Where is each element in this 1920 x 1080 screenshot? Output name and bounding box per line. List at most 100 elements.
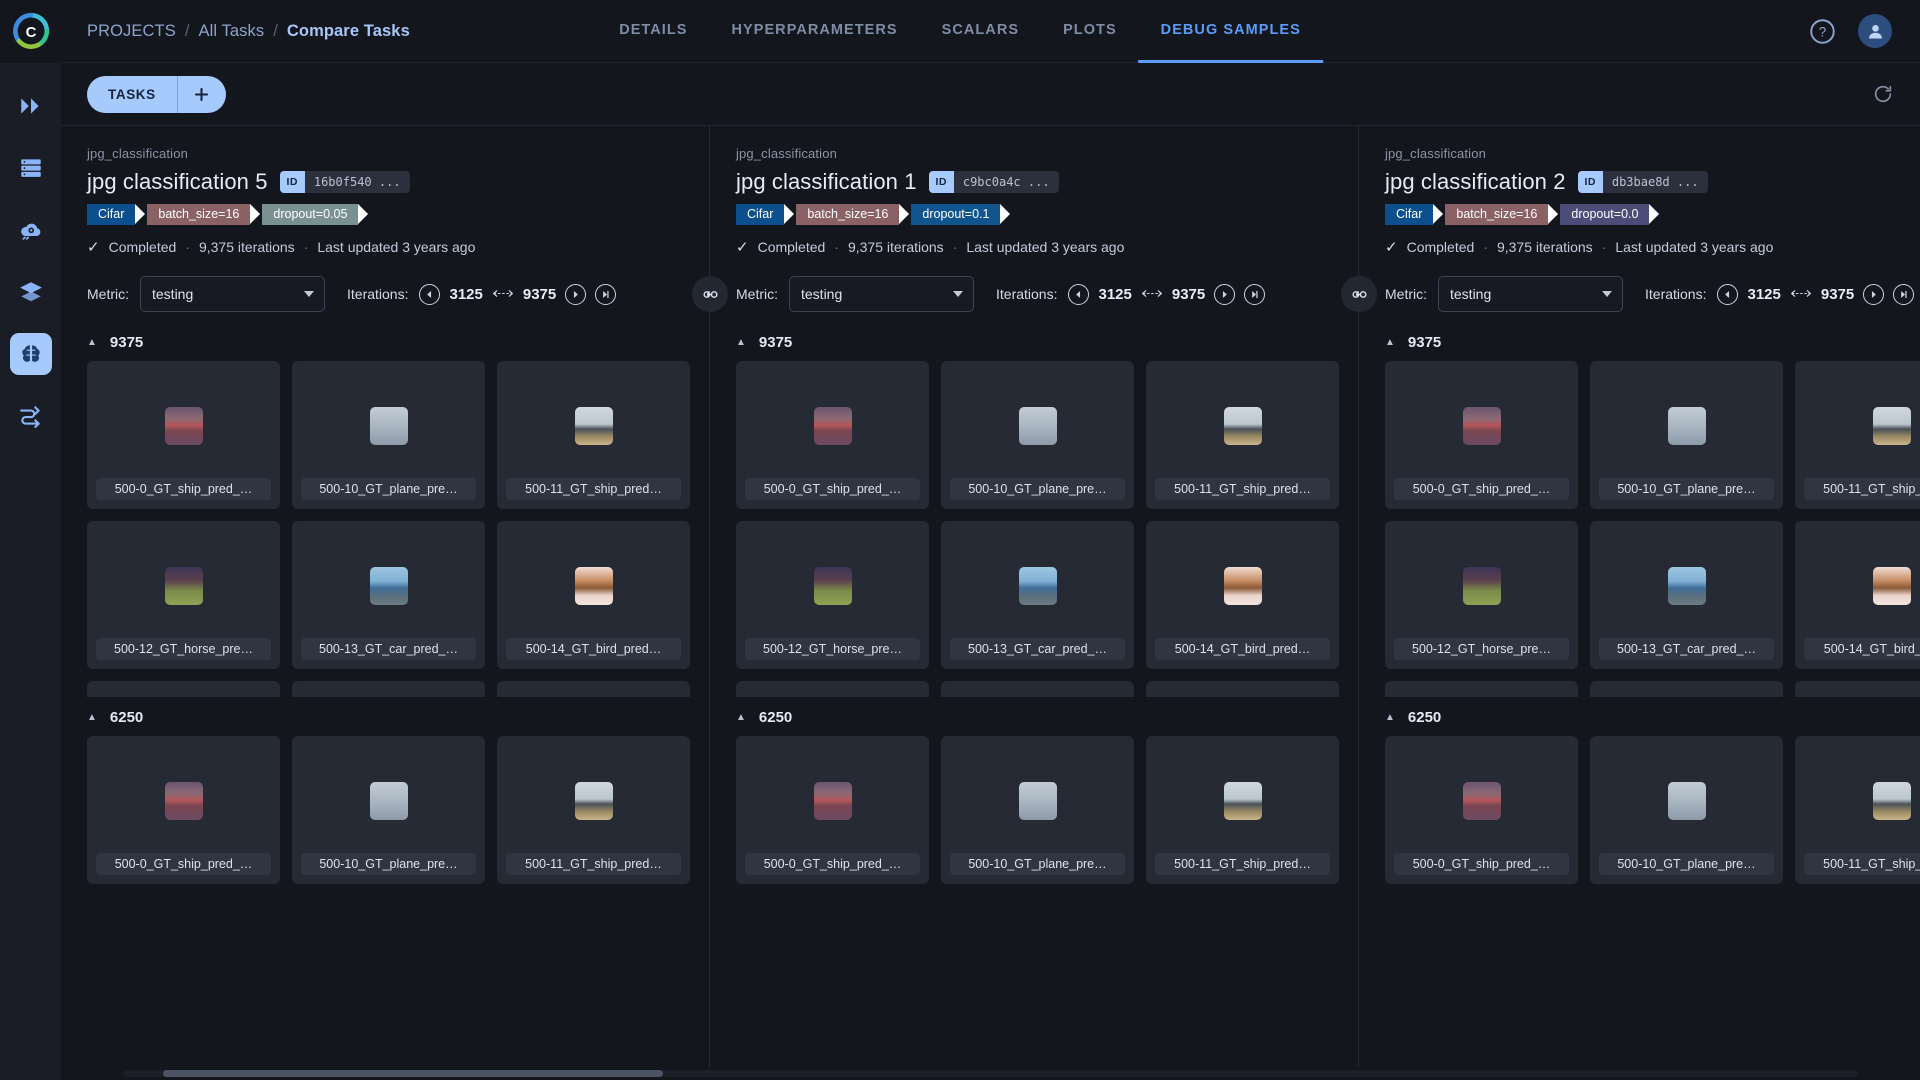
sample-card[interactable]: 500-11_GT_ship_pred… [1146,361,1339,509]
plane-thumb [1668,782,1706,820]
sample-card[interactable]: 500-0_GT_ship_pred_… [1385,361,1578,509]
question-circle-icon[interactable]: ? [1809,18,1836,45]
task-tag[interactable]: dropout=0.0 [1560,204,1649,225]
tab-details[interactable]: DETAILS [597,0,709,63]
sample-card[interactable]: 500-14_GT_bird_pred… [1795,521,1920,669]
iteration-group-header[interactable]: ▲9375 [61,322,709,361]
add-task-button[interactable] [178,76,226,113]
sample-card[interactable]: 500-0_GT_ship_pred_… [87,361,280,509]
scrollbar-track[interactable] [123,1070,1858,1077]
sample-card[interactable]: 500-13_GT_car_pred_… [941,521,1134,669]
sample-card-partial[interactable] [941,681,1134,697]
sample-card[interactable]: 500-0_GT_ship_pred_… [736,736,929,884]
iteration-group-header[interactable]: ▲9375 [710,322,1358,361]
task-tag[interactable]: dropout=0.1 [911,204,1000,225]
sample-card[interactable]: 500-10_GT_plane_pre… [1590,736,1783,884]
horizontal-scrollbar[interactable] [61,1067,1920,1080]
sample-card-partial[interactable] [736,681,929,697]
task-tag[interactable]: Cifar [87,204,135,225]
refresh-status-icon[interactable] [1872,83,1894,105]
metric-select[interactable]: testing [789,276,974,312]
sample-card[interactable]: 500-13_GT_car_pred_… [292,521,485,669]
sample-card-partial[interactable] [1385,681,1578,697]
sample-card[interactable]: 500-12_GT_horse_pre… [87,521,280,669]
sample-card[interactable]: 500-11_GT_ship_pred… [497,736,690,884]
sample-card[interactable]: 500-0_GT_ship_pred_… [736,361,929,509]
sample-card[interactable]: 500-11_GT_ship_pred… [1795,361,1920,509]
sample-card[interactable]: 500-10_GT_plane_pre… [941,361,1134,509]
task-tag[interactable]: Cifar [1385,204,1433,225]
iteration-group-header[interactable]: ▲9375 [1359,322,1920,361]
sample-card[interactable]: 500-12_GT_horse_pre… [736,521,929,669]
task-id-badge[interactable]: IDc9bc0a4c ... [929,171,1059,193]
task-id-badge[interactable]: IDdb3bae8d ... [1578,171,1708,193]
sample-card[interactable]: 500-12_GT_horse_pre… [1385,521,1578,669]
sample-card-partial[interactable] [1590,681,1783,697]
breadcrumb-projects[interactable]: PROJECTS [87,22,176,41]
sample-card[interactable]: 500-10_GT_plane_pre… [941,736,1134,884]
skip-end-icon[interactable] [1893,284,1914,305]
tab-plots[interactable]: PLOTS [1041,0,1139,63]
sample-card-partial[interactable] [292,681,485,697]
step-back-icon[interactable] [419,284,440,305]
tab-scalars[interactable]: SCALARS [920,0,1041,63]
sidebar-item-experiments[interactable] [10,333,52,375]
sample-card[interactable]: 500-10_GT_plane_pre… [1590,361,1783,509]
link-panels-button[interactable] [1341,276,1377,312]
task-id-badge[interactable]: ID16b0f540 ... [280,171,410,193]
scrollbar-thumb[interactable] [163,1070,663,1077]
sample-card-partial[interactable] [1795,681,1920,697]
task-tag[interactable]: Cifar [736,204,784,225]
sidebar-item-orchestration[interactable] [10,209,52,251]
link-panels-button[interactable] [692,276,728,312]
task-status-row: ✓Completed·9,375 iterations·Last updated… [87,238,683,256]
sidebar-item-datasets[interactable] [10,147,52,189]
sample-card-partial[interactable] [497,681,690,697]
task-tag[interactable]: batch_size=16 [796,204,899,225]
sample-card[interactable]: 500-14_GT_bird_pred… [1146,521,1339,669]
iteration-group-header[interactable]: ▲6250 [1359,697,1920,736]
tasks-selector[interactable]: TASKS [87,76,226,113]
breadcrumb-compare-tasks[interactable]: Compare Tasks [287,22,410,41]
sample-card[interactable]: 500-13_GT_car_pred_… [1590,521,1783,669]
sidebar-item-pipelines[interactable] [10,85,52,127]
sample-card[interactable]: 500-0_GT_ship_pred_… [1385,736,1578,884]
sidebar-item-models[interactable] [10,271,52,313]
step-forward-icon[interactable] [1214,284,1235,305]
breadcrumb-all-tasks[interactable]: All Tasks [199,22,265,41]
sample-card[interactable]: 500-11_GT_ship_pred… [1795,736,1920,884]
task-tags: Cifar batch_size=16 dropout=0.1 [736,204,1332,225]
sample-card[interactable]: 500-0_GT_ship_pred_… [87,736,280,884]
sample-card[interactable]: 500-10_GT_plane_pre… [292,736,485,884]
step-forward-icon[interactable] [1863,284,1884,305]
iteration-group-header[interactable]: ▲6250 [61,697,709,736]
sample-card[interactable]: 500-11_GT_ship_pred… [497,361,690,509]
step-forward-icon[interactable] [565,284,586,305]
task-tag-label: Cifar [747,207,773,221]
skip-end-icon[interactable] [595,284,616,305]
horse-thumb [165,567,203,605]
sidebar-item-workflows[interactable] [10,395,52,437]
iteration-group-header[interactable]: ▲6250 [710,697,1358,736]
tab-debug-samples[interactable]: DEBUG SAMPLES [1139,0,1323,63]
sample-card[interactable]: 500-11_GT_ship_pred… [1146,736,1339,884]
task-tag[interactable]: batch_size=16 [147,204,250,225]
step-back-icon[interactable] [1717,284,1738,305]
sample-card[interactable]: 500-14_GT_bird_pred… [497,521,690,669]
ship2-thumb [575,782,613,820]
sample-card[interactable]: 500-10_GT_plane_pre… [292,361,485,509]
clearml-logo-icon[interactable]: C [0,0,61,63]
user-avatar-icon[interactable] [1858,14,1892,48]
task-tag[interactable]: dropout=0.05 [262,204,358,225]
sample-card-partial[interactable] [87,681,280,697]
metric-select[interactable]: testing [1438,276,1623,312]
skip-end-icon[interactable] [1244,284,1265,305]
step-back-icon[interactable] [1068,284,1089,305]
check-icon: ✓ [1385,238,1398,256]
sample-card-partial[interactable] [1146,681,1339,697]
tab-hyperparameters[interactable]: HYPERPARAMETERS [710,0,920,63]
task-tag[interactable]: batch_size=16 [1445,204,1548,225]
ship2-thumb [575,407,613,445]
last-updated-text: Last updated 3 years ago [317,239,475,255]
metric-select[interactable]: testing [140,276,325,312]
